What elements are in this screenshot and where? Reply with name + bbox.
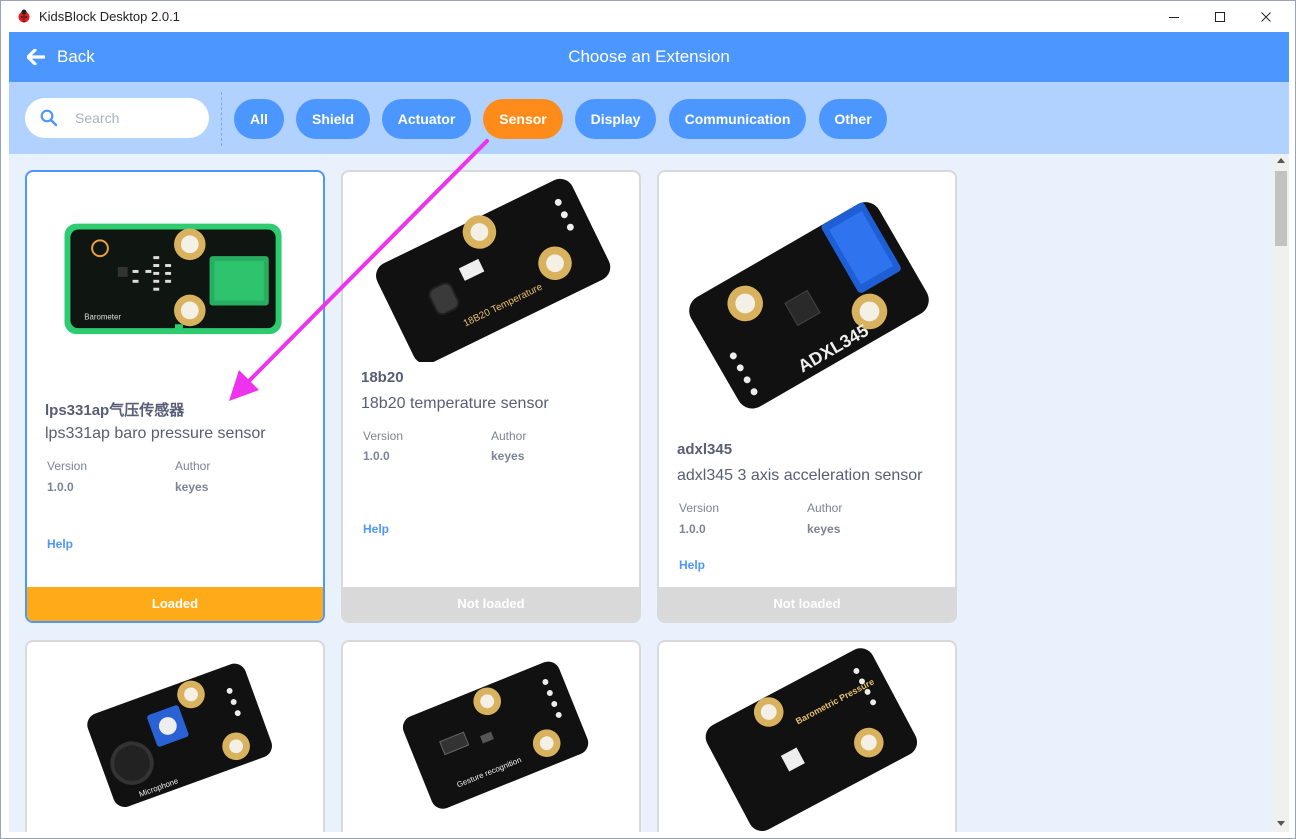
barometric-board-image: Barometric Pressure	[659, 642, 955, 832]
back-button[interactable]: Back	[27, 45, 95, 69]
extension-name: lps331ap气压传感器	[45, 402, 185, 419]
version-label: Version	[363, 429, 404, 443]
extension-card-barometric[interactable]: Barometric Pressure	[657, 640, 957, 832]
extension-card-18b20[interactable]: 18B20 Temperature 18b20 18b20 temperatur…	[341, 170, 641, 623]
version-value: 1.0.0	[47, 480, 74, 494]
vertical-scrollbar[interactable]	[1273, 154, 1289, 832]
search-icon	[40, 109, 58, 127]
lps331ap-board-image: Barometer	[27, 172, 323, 362]
ladybug-app-icon	[18, 9, 30, 23]
help-link[interactable]: Help	[363, 522, 389, 536]
close-icon	[1261, 11, 1271, 22]
extension-name: adxl345	[677, 441, 733, 458]
author-label: Author	[807, 501, 843, 515]
extension-grid: Barometer lps331ap气压传感器 lps331ap baro pr…	[9, 154, 1289, 832]
adxl345-board-image: ADXL345	[659, 172, 955, 422]
version-label: Version	[679, 501, 720, 515]
filter-bar: All Shield Actuator Sensor Display Commu…	[9, 82, 1289, 154]
help-link[interactable]: Help	[47, 537, 73, 551]
board-silkscreen-text: Barometer	[84, 312, 121, 321]
extension-description: lps331ap baro pressure sensor	[45, 425, 266, 442]
back-label: Back	[57, 47, 95, 66]
minimize-icon	[1169, 16, 1179, 18]
microphone-board-image: Microphone	[27, 642, 323, 832]
maximize-button[interactable]	[1197, 1, 1243, 32]
status-bar: Not loaded	[343, 587, 639, 621]
tag-label: Other	[834, 111, 872, 127]
author-value: keyes	[807, 522, 841, 536]
scroll-up-arrow-icon[interactable]	[1277, 158, 1285, 163]
extension-card-lps331ap[interactable]: Barometer lps331ap气压传感器 lps331ap baro pr…	[25, 170, 325, 623]
extension-name: 18b20	[361, 369, 404, 386]
extension-description: 18b20 temperature sensor	[361, 395, 549, 412]
window-title: KidsBlock Desktop 2.0.1	[39, 9, 180, 24]
scroll-thumb[interactable]	[1275, 171, 1287, 246]
tag-label: All	[250, 111, 268, 127]
title-bar: KidsBlock Desktop 2.0.1	[1, 1, 1295, 32]
tag-label: Display	[590, 111, 641, 127]
version-value: 1.0.0	[363, 449, 390, 463]
extension-card-microphone[interactable]: Microphone	[25, 640, 325, 832]
extension-description: adxl345 3 axis acceleration sensor	[677, 467, 923, 484]
status-bar: Not loaded	[659, 587, 955, 621]
gesture-board-image: Gesture recognition	[343, 642, 639, 832]
tag-shield[interactable]: Shield	[296, 99, 370, 139]
tag-all[interactable]: All	[234, 99, 284, 139]
tag-sensor[interactable]: Sensor	[483, 99, 563, 139]
version-label: Version	[47, 459, 88, 473]
tag-communication[interactable]: Communication	[669, 99, 806, 139]
maximize-icon	[1215, 11, 1225, 22]
tag-display[interactable]: Display	[575, 99, 656, 139]
search-input[interactable]	[75, 106, 195, 130]
status-bar: Loaded	[27, 587, 323, 621]
back-arrow-icon	[27, 49, 45, 65]
tag-actuator[interactable]: Actuator	[382, 99, 471, 139]
tag-label: Sensor	[499, 111, 547, 127]
tag-label: Shield	[311, 111, 354, 127]
tag-label: Communication	[684, 111, 791, 127]
help-link[interactable]: Help	[679, 558, 705, 572]
author-label: Author	[175, 459, 211, 473]
tag-other[interactable]: Other	[819, 99, 887, 139]
close-button[interactable]	[1243, 1, 1289, 32]
version-value: 1.0.0	[679, 522, 706, 536]
18b20-board-image: 18B20 Temperature	[343, 172, 639, 362]
extension-card-adxl345[interactable]: ADXL345 adxl345 adxl345 3 axis accelerat…	[657, 170, 957, 623]
author-label: Author	[491, 429, 527, 443]
app-window: KidsBlock Desktop 2.0.1 Back Choose an E…	[0, 0, 1296, 839]
extension-header: Back Choose an Extension	[9, 32, 1289, 82]
filter-divider	[221, 92, 222, 146]
extension-card-gesture[interactable]: Gesture recognition	[341, 640, 641, 832]
page-title: Choose an Extension	[568, 47, 730, 66]
search-box[interactable]	[25, 98, 209, 138]
author-value: keyes	[491, 449, 525, 463]
minimize-button[interactable]	[1151, 1, 1197, 32]
scroll-down-arrow-icon[interactable]	[1277, 821, 1285, 826]
tag-label: Actuator	[397, 111, 456, 127]
author-value: keyes	[175, 480, 209, 494]
